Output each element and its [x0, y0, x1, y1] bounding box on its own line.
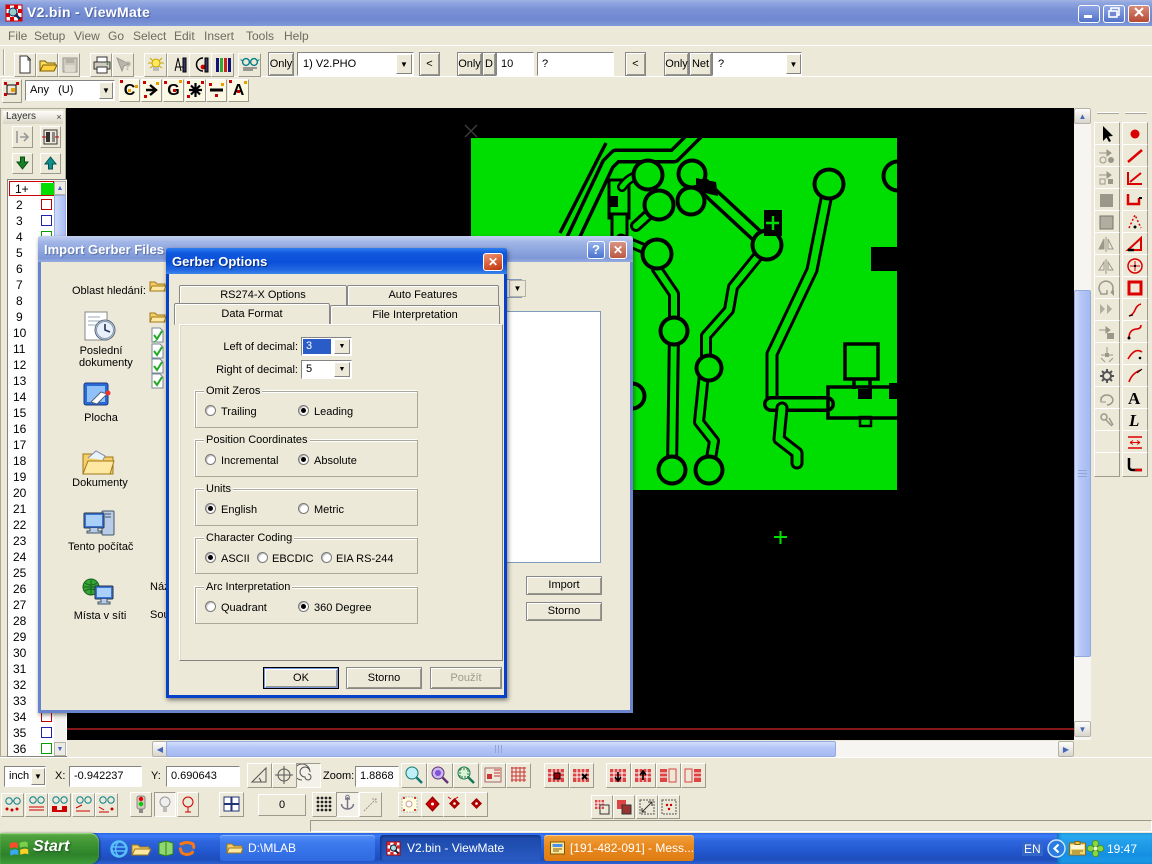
svg-text:A: A [1128, 389, 1141, 408]
svg-text:L: L [1128, 411, 1139, 430]
svg-text:?: ? [124, 59, 131, 73]
